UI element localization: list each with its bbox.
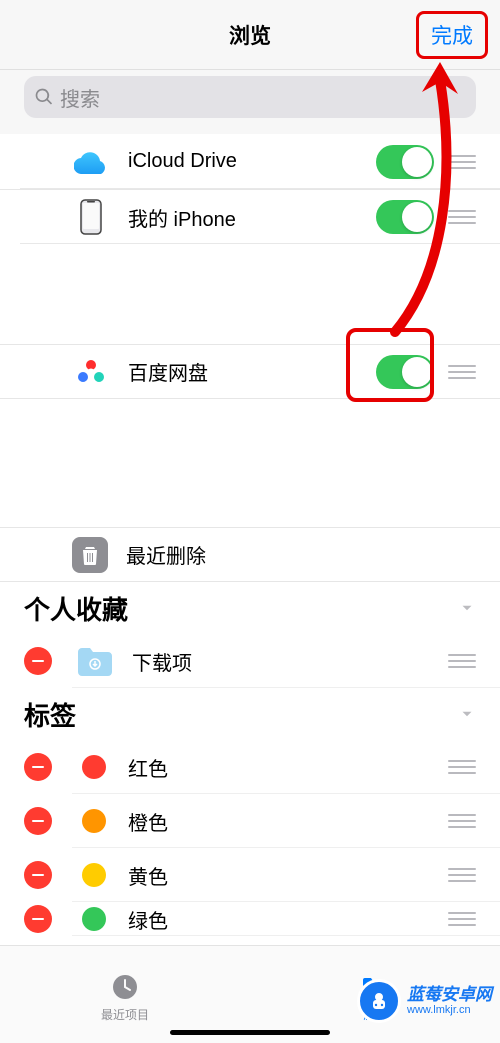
- tag-label: 橙色: [128, 807, 448, 836]
- tag-label: 绿色: [128, 905, 448, 934]
- location-row-baidu: 百度网盘: [0, 344, 500, 399]
- favorites-title: 个人收藏: [24, 590, 128, 627]
- home-indicator[interactable]: [170, 1030, 330, 1035]
- toggle-baidu[interactable]: [376, 355, 434, 389]
- remove-button[interactable]: [24, 807, 52, 835]
- drag-handle-icon[interactable]: [448, 760, 476, 774]
- search-placeholder: 搜索: [60, 83, 100, 112]
- page-title: 浏览: [229, 20, 271, 50]
- toggle-icloud[interactable]: [376, 145, 434, 179]
- recently-deleted-label: 最近删除: [126, 540, 476, 569]
- location-label: 我的 iPhone: [128, 203, 376, 232]
- favorite-row-downloads: 下载项: [0, 634, 500, 688]
- chevron-down-icon: [458, 705, 476, 723]
- trash-icon: [72, 537, 108, 573]
- tags-title: 标签: [24, 696, 76, 733]
- tab-bar: 最近项目 浏览: [0, 945, 500, 1043]
- tab-label: 最近项目: [101, 1006, 149, 1023]
- tag-row-yellow: 黄色: [0, 848, 500, 902]
- remove-button[interactable]: [24, 861, 52, 889]
- header-bar: 浏览 完成: [0, 0, 500, 70]
- tab-browse[interactable]: 浏览: [250, 946, 500, 1043]
- tab-recents[interactable]: 最近项目: [0, 946, 250, 1043]
- done-button[interactable]: 完成: [416, 11, 488, 59]
- drag-handle-icon[interactable]: [448, 155, 476, 169]
- baidu-icon: [72, 353, 110, 391]
- tag-color-dot: [82, 907, 106, 931]
- toggle-iphone[interactable]: [376, 200, 434, 234]
- drag-handle-icon[interactable]: [448, 868, 476, 882]
- drag-handle-icon[interactable]: [448, 210, 476, 224]
- remove-button[interactable]: [24, 905, 52, 933]
- tag-row-orange: 橙色: [0, 794, 500, 848]
- location-row-iphone: 我的 iPhone: [0, 189, 500, 244]
- location-label: 百度网盘: [128, 357, 376, 386]
- clock-icon: [110, 972, 140, 1002]
- tag-row-red: 红色: [0, 740, 500, 794]
- favorite-label: 下载项: [132, 647, 448, 676]
- drag-handle-icon[interactable]: [448, 912, 476, 926]
- tag-color-dot: [82, 809, 106, 833]
- chevron-down-icon: [458, 599, 476, 617]
- remove-button[interactable]: [24, 753, 52, 781]
- search-container: 搜索: [0, 70, 500, 134]
- location-row-icloud: iCloud Drive: [0, 134, 500, 189]
- tag-label: 红色: [128, 753, 448, 782]
- recently-deleted-row[interactable]: 最近删除: [0, 527, 500, 582]
- drag-handle-icon[interactable]: [448, 814, 476, 828]
- search-icon: [34, 87, 54, 107]
- folder-icon: [360, 972, 390, 1002]
- drag-handle-icon[interactable]: [448, 654, 476, 668]
- folder-icon: [76, 646, 114, 676]
- location-label: iCloud Drive: [128, 150, 376, 173]
- iphone-icon: [72, 198, 110, 236]
- icloud-icon: [72, 143, 110, 181]
- tag-color-dot: [82, 863, 106, 887]
- drag-handle-icon[interactable]: [448, 365, 476, 379]
- tags-section-header[interactable]: 标签: [0, 688, 500, 740]
- favorites-section-header[interactable]: 个人收藏: [0, 582, 500, 634]
- tab-label: 浏览: [363, 1006, 387, 1023]
- tag-label: 黄色: [128, 861, 448, 890]
- search-input[interactable]: 搜索: [24, 76, 476, 118]
- tag-row-green: 绿色: [0, 902, 500, 936]
- tag-color-dot: [82, 755, 106, 779]
- remove-button[interactable]: [24, 647, 52, 675]
